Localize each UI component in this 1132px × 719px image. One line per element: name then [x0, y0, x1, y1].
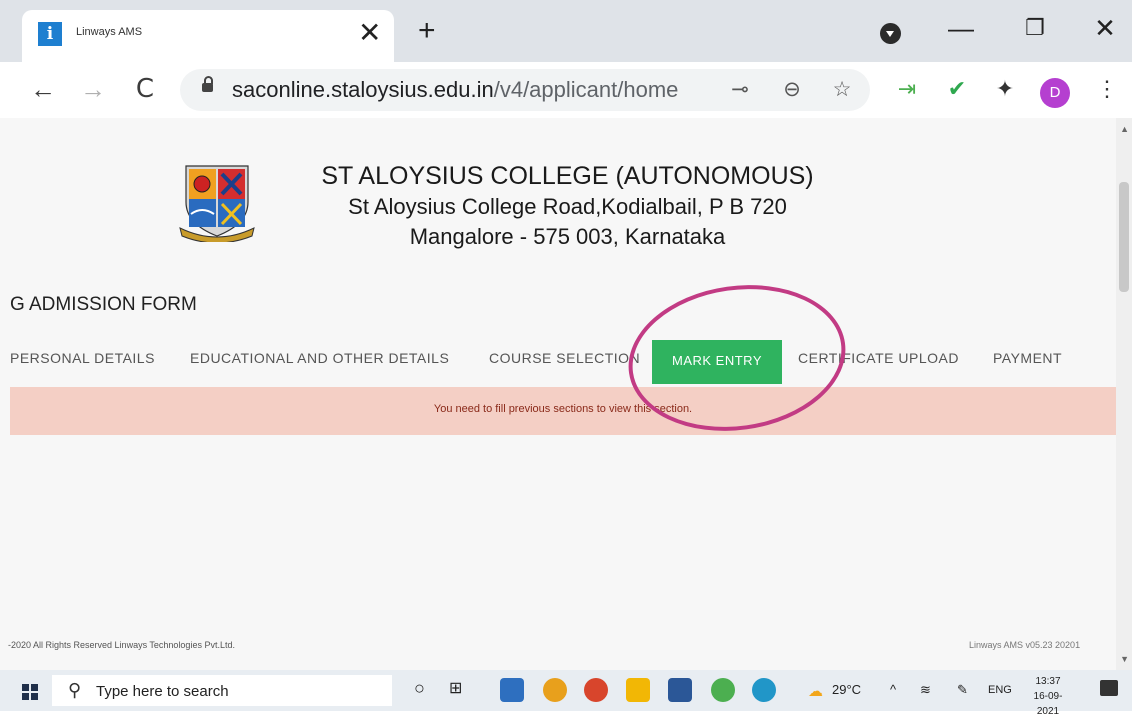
chrome-icon[interactable] — [543, 678, 567, 702]
browser-tab-strip: i Linways AMS ✕ + — ❐ ✕ — [0, 0, 1132, 62]
word-icon[interactable] — [668, 678, 692, 702]
cortana-icon[interactable]: ○ — [414, 678, 425, 699]
tab-title: Linways AMS — [76, 26, 143, 38]
taskbar-search[interactable]: ⚲ Type here to search — [52, 675, 392, 706]
college-crest-icon — [179, 165, 255, 242]
search-placeholder: Type here to search — [96, 683, 229, 700]
chrome-alt-icon[interactable] — [711, 678, 735, 702]
chrome-profile-icon[interactable] — [584, 678, 608, 702]
wifi-icon[interactable]: ≋ — [920, 682, 931, 698]
scroll-thumb[interactable] — [1119, 182, 1129, 292]
reload-button[interactable]: C — [130, 74, 160, 104]
notification-icon[interactable] — [1100, 680, 1118, 696]
sign-in-icon[interactable]: ⇥ — [892, 74, 922, 104]
lock-icon[interactable] — [202, 76, 213, 92]
calculator-icon[interactable] — [500, 678, 524, 702]
footer-version: Linways AMS v05.23 20201 — [969, 640, 1081, 650]
step-personal-details[interactable]: PERSONAL DETAILS — [10, 350, 155, 366]
page-scrollbar[interactable]: ▲ ▼ — [1116, 118, 1132, 670]
step-course-selection[interactable]: COURSE SELECTION — [489, 350, 640, 366]
file-explorer-icon[interactable] — [626, 678, 650, 702]
profile-avatar[interactable]: D — [1040, 78, 1070, 108]
clock-time: 13:37 — [1035, 676, 1061, 687]
step-educational-details[interactable]: EDUCATIONAL AND OTHER DETAILS — [190, 350, 449, 366]
url-text[interactable]: saconline.staloysius.edu.in/v4/applicant… — [232, 77, 678, 103]
page-viewport: ST ALOYSIUS COLLEGE (AUTONOMOUS) St Aloy… — [0, 118, 1132, 670]
windows-taskbar: ⚲ Type here to search ○ ⊞ ☁ 29°C ^ ≋ ✎ E… — [0, 670, 1132, 717]
language-indicator[interactable]: ENG — [988, 684, 1012, 696]
tab-close-icon[interactable]: ✕ — [358, 18, 381, 48]
url-host: saconline.staloysius.edu.in — [232, 77, 494, 102]
college-address-line1: St Aloysius College Road,Kodialbail, P B… — [348, 194, 787, 219]
scroll-down-icon[interactable]: ▼ — [1120, 654, 1129, 664]
form-title: G ADMISSION FORM — [10, 294, 197, 315]
new-tab-button[interactable]: + — [418, 16, 436, 46]
extensions-icon[interactable]: ✦ — [990, 74, 1020, 104]
edge-icon[interactable] — [752, 678, 776, 702]
star-icon[interactable]: ☆ — [828, 75, 856, 105]
task-view-icon[interactable]: ⊞ — [449, 678, 462, 698]
restore-button[interactable]: ❐ — [1020, 13, 1050, 43]
clock[interactable]: 13:37 16-09-2021 — [1024, 674, 1072, 719]
linways-favicon-icon: i — [38, 22, 62, 46]
college-address-line2: Mangalore - 575 003, Karnataka — [409, 224, 726, 249]
search-icon: ⚲ — [68, 680, 82, 700]
browser-toolbar: ← → C saconline.staloysius.edu.in/v4/app… — [0, 62, 1132, 118]
college-name: ST ALOYSIUS COLLEGE (AUTONOMOUS) — [321, 162, 814, 190]
back-button[interactable]: ← — [28, 74, 58, 104]
footer-copyright: -2020 All Rights Reserved Linways Techno… — [8, 640, 235, 650]
step-payment[interactable]: PAYMENT — [993, 350, 1062, 366]
pen-icon[interactable]: ✎ — [957, 682, 968, 698]
address-bar[interactable]: saconline.staloysius.edu.in/v4/applicant… — [180, 69, 870, 111]
alert-message: You need to fill previous sections to vi… — [433, 403, 693, 415]
clock-date: 16-09-2021 — [1033, 691, 1063, 717]
checkmark-icon[interactable]: ✔ — [942, 74, 972, 104]
scroll-up-icon[interactable]: ▲ — [1120, 124, 1129, 134]
forward-button[interactable]: → — [78, 74, 108, 104]
weather-icon[interactable]: ☁ — [808, 682, 823, 700]
form-steps-nav: PERSONAL DETAILS EDUCATIONAL AND OTHER D… — [0, 340, 1116, 384]
windows-start-icon[interactable] — [22, 684, 38, 700]
close-window-button[interactable]: ✕ — [1090, 13, 1120, 43]
tray-expand-icon[interactable]: ^ — [890, 682, 896, 697]
minimize-button[interactable]: — — [946, 13, 976, 43]
url-path: /v4/applicant/home — [493, 77, 679, 102]
menu-icon[interactable]: ⋮ — [1092, 74, 1122, 104]
zoom-icon[interactable]: ⊖ — [778, 75, 806, 105]
weather-temp[interactable]: 29°C — [832, 682, 861, 697]
key-icon[interactable]: ⊸ — [726, 75, 754, 105]
tab-search-icon[interactable] — [880, 23, 901, 44]
browser-tab[interactable]: i Linways AMS ✕ — [22, 10, 394, 62]
section-locked-alert: You need to fill previous sections to vi… — [10, 387, 1116, 435]
